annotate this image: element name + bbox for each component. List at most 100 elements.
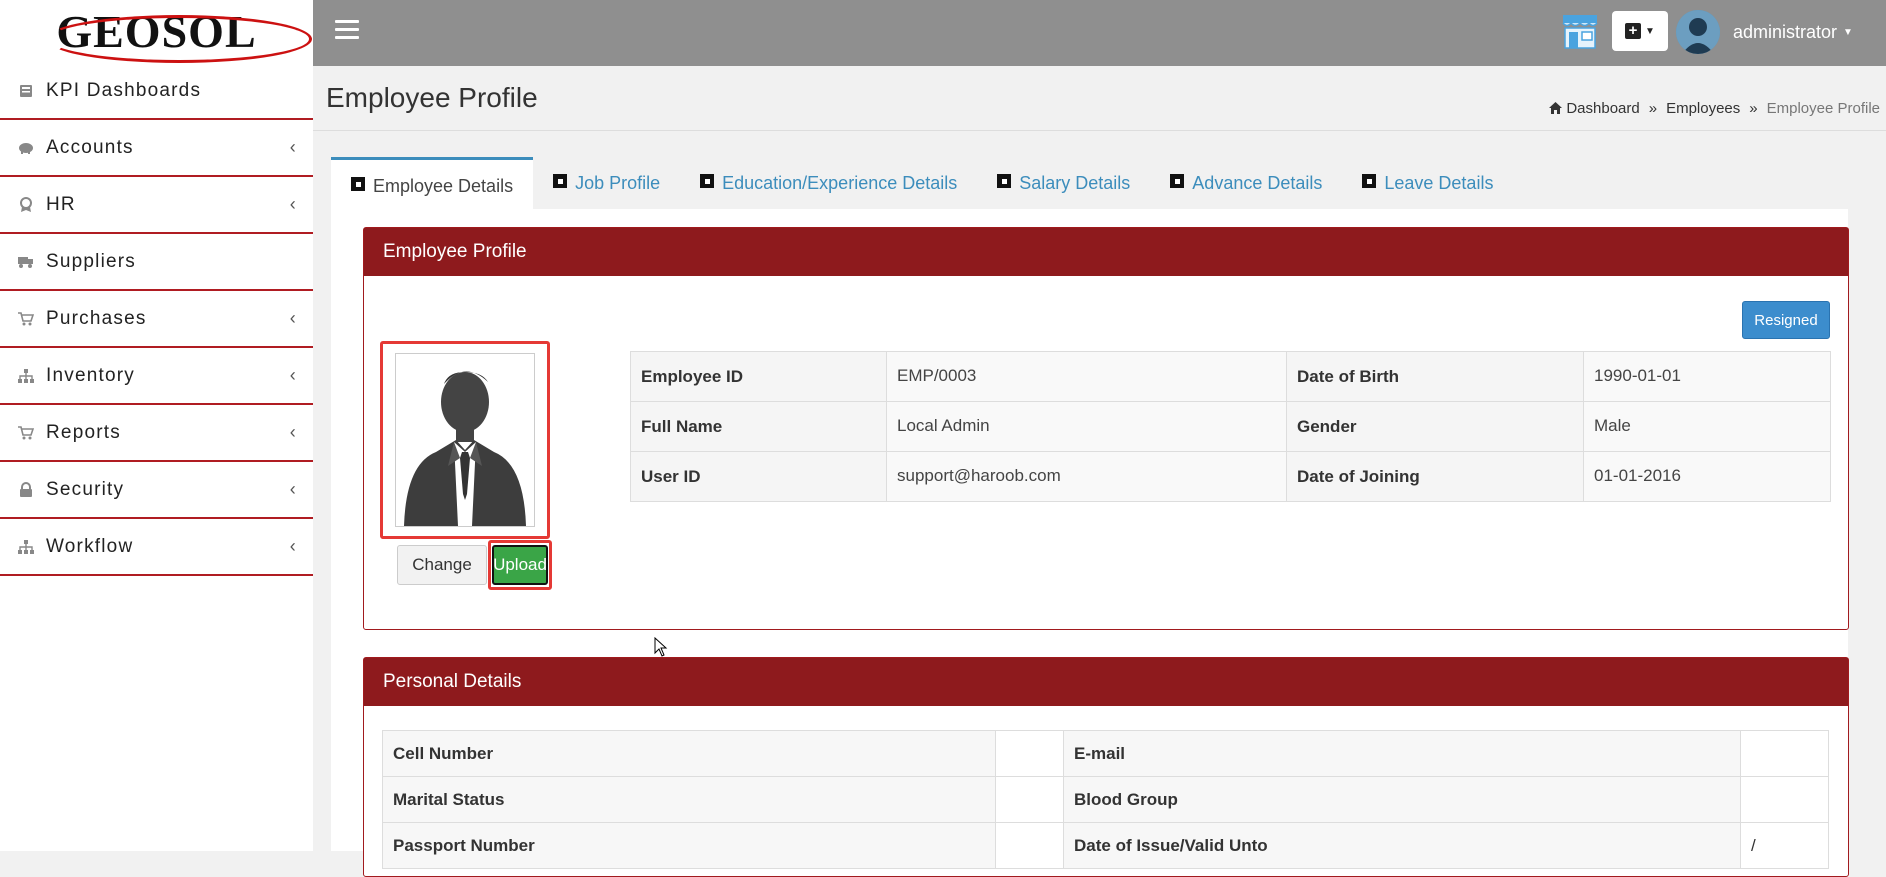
table-row: Employee ID EMP/0003 Date of Birth 1990-… bbox=[630, 351, 1831, 402]
sidebar-item-label: Security bbox=[46, 478, 125, 500]
blood-group-label: Blood Group bbox=[1063, 776, 1741, 823]
sidebar-item-workflow[interactable]: Workflow ‹ bbox=[0, 519, 313, 576]
breadcrumb-employees[interactable]: Employees bbox=[1666, 100, 1740, 117]
tab-education-experience[interactable]: Education/Experience Details bbox=[680, 157, 977, 209]
panel-title: Personal Details bbox=[364, 658, 1848, 706]
table-row: User ID support@haroob.com Date of Joini… bbox=[630, 451, 1831, 502]
badge-icon bbox=[18, 196, 34, 213]
employee-profile-panel: Employee Profile Resigned Change Upload … bbox=[363, 227, 1849, 630]
logo[interactable]: GEOSOL bbox=[0, 0, 313, 63]
sidebar-item-label: HR bbox=[46, 193, 76, 215]
cart-icon bbox=[18, 425, 34, 441]
chevron-left-icon: ‹ bbox=[289, 365, 297, 385]
user-name[interactable]: administrator bbox=[1733, 22, 1837, 43]
table-row: Cell Number E-mail bbox=[382, 730, 1829, 777]
sidebar-item-accounts[interactable]: Accounts ‹ bbox=[0, 120, 313, 177]
sitemap-icon bbox=[18, 539, 34, 555]
logo-text: GEOSOL bbox=[46, 5, 313, 63]
user-id-value: support@haroob.com bbox=[886, 451, 1287, 502]
employee-info-table: Employee ID EMP/0003 Date of Birth 1990-… bbox=[630, 351, 1831, 502]
caret-down-icon[interactable]: ▼ bbox=[1843, 27, 1853, 38]
personal-details-panel: Personal Details Cell Number E-mail Mari… bbox=[363, 657, 1849, 877]
sidebar-item-label: KPI Dashboards bbox=[46, 79, 202, 101]
menu-toggle-icon[interactable] bbox=[335, 20, 359, 44]
sitemap-icon bbox=[18, 368, 34, 384]
dob-label: Date of Birth bbox=[1286, 351, 1584, 402]
table-row: Marital Status Blood Group bbox=[382, 776, 1829, 823]
panel-title: Employee Profile bbox=[364, 228, 1848, 276]
change-photo-button[interactable]: Change bbox=[397, 545, 487, 585]
sidebar-item-suppliers[interactable]: Suppliers bbox=[0, 234, 313, 291]
plus-square-icon: + bbox=[1625, 23, 1642, 39]
sidebar-item-purchases[interactable]: Purchases ‹ bbox=[0, 291, 313, 348]
breadcrumb-current: Employee Profile bbox=[1766, 100, 1880, 117]
gender-value: Male bbox=[1583, 401, 1831, 452]
avatar[interactable] bbox=[1676, 10, 1720, 54]
sidebar-item-security[interactable]: Security ‹ bbox=[0, 462, 313, 519]
sidebar-item-label: Workflow bbox=[46, 535, 134, 557]
topbar: + ▼ administrator ▼ bbox=[313, 0, 1886, 66]
breadcrumb-dashboard[interactable]: Dashboard bbox=[1566, 100, 1639, 117]
email-value bbox=[1740, 730, 1829, 777]
personal-details-table: Cell Number E-mail Marital Status Blood … bbox=[382, 730, 1829, 869]
tab-employee-details[interactable]: Employee Details bbox=[331, 157, 534, 209]
chevron-left-icon: ‹ bbox=[289, 536, 297, 556]
date-of-joining-value: 01-01-2016 bbox=[1583, 451, 1831, 502]
tab-salary-details[interactable]: Salary Details bbox=[977, 157, 1150, 209]
tab-bar: Employee Details Job Profile Education/E… bbox=[331, 157, 1513, 209]
sidebar-item-label: Purchases bbox=[46, 307, 147, 329]
date-of-issue-label: Date of Issue/Valid Unto bbox=[1063, 822, 1741, 869]
chevron-left-icon: ‹ bbox=[289, 137, 297, 157]
sidebar-item-inventory[interactable]: Inventory ‹ bbox=[0, 348, 313, 405]
tab-icon bbox=[1362, 174, 1377, 188]
passport-number-value bbox=[995, 822, 1064, 869]
full-name-value: Local Admin bbox=[886, 401, 1287, 452]
tab-advance-details[interactable]: Advance Details bbox=[1150, 157, 1342, 209]
sidebar-nav: KPI Dashboards Accounts ‹ HR ‹ Suppliers bbox=[0, 62, 313, 576]
piggy-bank-icon bbox=[18, 140, 34, 156]
store-icon[interactable] bbox=[1561, 12, 1599, 50]
cart-icon bbox=[18, 311, 34, 327]
sidebar: GEOSOL KPI Dashboards Accounts ‹ HR ‹ Su… bbox=[0, 0, 313, 851]
upload-photo-button[interactable]: Upload bbox=[492, 545, 548, 585]
user-id-label: User ID bbox=[630, 451, 887, 502]
breadcrumb: Dashboard » Employees » Employee Profile bbox=[1549, 100, 1880, 117]
chevron-left-icon: ‹ bbox=[289, 308, 297, 328]
employee-id-label: Employee ID bbox=[630, 351, 887, 402]
sidebar-item-label: Suppliers bbox=[46, 250, 137, 272]
date-of-joining-label: Date of Joining bbox=[1286, 451, 1584, 502]
quick-add-button[interactable]: + ▼ bbox=[1612, 11, 1668, 51]
employee-id-value: EMP/0003 bbox=[886, 351, 1287, 402]
lock-icon bbox=[18, 481, 34, 498]
tab-icon bbox=[997, 174, 1012, 188]
sidebar-item-reports[interactable]: Reports ‹ bbox=[0, 405, 313, 462]
full-name-label: Full Name bbox=[630, 401, 887, 452]
date-of-issue-value: / bbox=[1740, 822, 1829, 869]
passport-number-label: Passport Number bbox=[382, 822, 996, 869]
dob-value: 1990-01-01 bbox=[1583, 351, 1831, 402]
marital-status-value bbox=[995, 776, 1064, 823]
tab-job-profile[interactable]: Job Profile bbox=[533, 157, 680, 209]
chevron-left-icon: ‹ bbox=[289, 479, 297, 499]
tab-icon bbox=[351, 177, 365, 191]
employee-photo bbox=[395, 353, 535, 527]
page-title: Employee Profile bbox=[326, 82, 538, 113]
sidebar-item-hr[interactable]: HR ‹ bbox=[0, 177, 313, 234]
email-label: E-mail bbox=[1063, 730, 1741, 777]
sidebar-item-label: Reports bbox=[46, 421, 121, 443]
sidebar-item-kpi-dashboards[interactable]: KPI Dashboards bbox=[0, 63, 313, 120]
table-row: Full Name Local Admin Gender Male bbox=[630, 401, 1831, 452]
marital-status-label: Marital Status bbox=[382, 776, 996, 823]
tab-leave-details[interactable]: Leave Details bbox=[1342, 157, 1513, 209]
blood-group-value bbox=[1740, 776, 1829, 823]
home-icon bbox=[1549, 101, 1563, 117]
resigned-button[interactable]: Resigned bbox=[1742, 301, 1830, 339]
breadcrumb-separator: » bbox=[1749, 100, 1758, 117]
cell-number-value bbox=[995, 730, 1064, 777]
caret-down-icon: ▼ bbox=[1645, 25, 1655, 37]
chevron-left-icon: ‹ bbox=[289, 194, 297, 214]
tab-icon bbox=[1170, 174, 1185, 188]
table-row: Passport Number Date of Issue/Valid Unto… bbox=[382, 822, 1829, 869]
chevron-left-icon: ‹ bbox=[289, 422, 297, 442]
breadcrumb-separator: » bbox=[1648, 100, 1658, 117]
